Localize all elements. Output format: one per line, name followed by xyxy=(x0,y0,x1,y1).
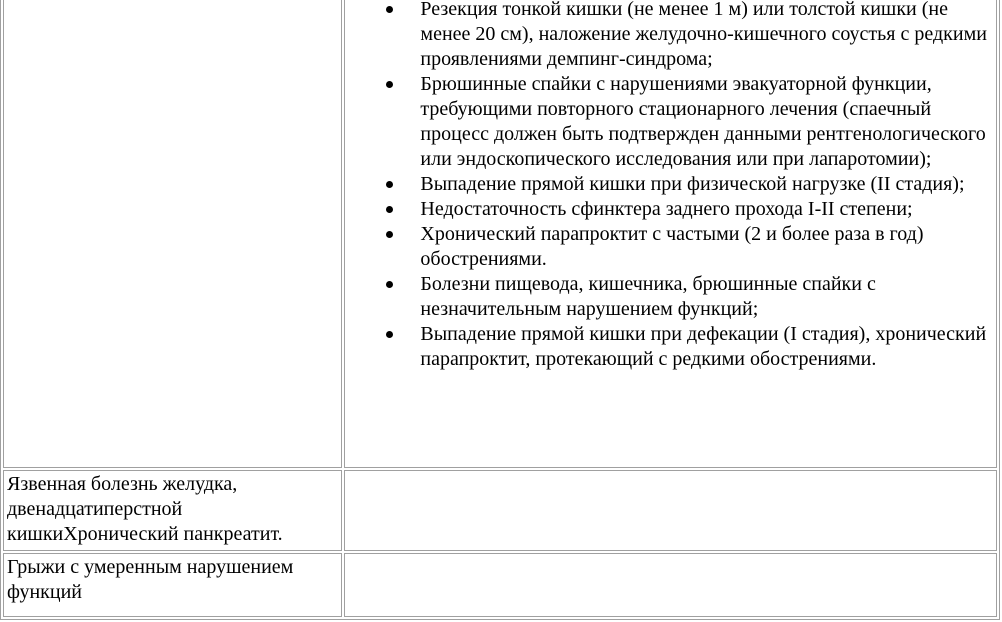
bullet-icon xyxy=(386,72,394,97)
bullet-icon xyxy=(386,172,394,197)
list-item-text: Недостаточность сфинктера заднего проход… xyxy=(420,198,913,220)
bullet-icon xyxy=(386,322,394,347)
list-item: Выпадение прямой кишки при физической на… xyxy=(420,172,993,197)
list-item-text: Выпадение прямой кишки при дефекации (I … xyxy=(420,323,987,370)
list-item: Недостаточность сфинктера заднего проход… xyxy=(420,197,993,222)
bullet-icon xyxy=(386,222,394,247)
condition-name-cell: Грыжи с умеренным нарушением функций xyxy=(3,553,343,617)
list-item: Выпадение прямой кишки при дефекации (I … xyxy=(420,322,993,372)
list-item: Резекция тонкой кишки (не менее 1 м) или… xyxy=(420,0,993,72)
bullet-icon xyxy=(386,0,394,22)
list-item-text: Болезни пищевода, кишечника, брюшинные с… xyxy=(420,273,876,320)
list-item-text: Резекция тонкой кишки (не менее 1 м) или… xyxy=(420,0,987,70)
list-item-text: Хронический парапроктит с частыми (2 и б… xyxy=(420,223,924,270)
bullet-icon xyxy=(386,272,394,297)
table-row: Язвенная болезнь желудка, двенадцатиперс… xyxy=(3,470,997,551)
bullet-icon xyxy=(386,197,394,222)
table-row: Резекция тонкой кишки (не менее 1 м) или… xyxy=(3,0,997,468)
condition-details-cell xyxy=(344,470,997,551)
condition-name-cell xyxy=(3,0,343,468)
list-item-text: Брюшинные спайки с нарушениями эвакуатор… xyxy=(420,73,986,170)
table-row: Грыжи с умеренным нарушением функций xyxy=(3,553,997,617)
list-item: Хронический парапроктит с частыми (2 и б… xyxy=(420,222,993,272)
list-item: Брюшинные спайки с нарушениями эвакуатор… xyxy=(420,72,993,172)
condition-details-cell: Резекция тонкой кишки (не менее 1 м) или… xyxy=(344,0,997,468)
condition-list: Резекция тонкой кишки (не менее 1 м) или… xyxy=(348,0,993,372)
conditions-table: Резекция тонкой кишки (не менее 1 м) или… xyxy=(0,0,1000,620)
condition-name-cell: Язвенная болезнь желудка, двенадцатиперс… xyxy=(3,470,343,551)
condition-details-cell xyxy=(344,553,997,617)
list-item-text: Выпадение прямой кишки при физической на… xyxy=(420,173,965,195)
list-item: Болезни пищевода, кишечника, брюшинные с… xyxy=(420,272,993,322)
